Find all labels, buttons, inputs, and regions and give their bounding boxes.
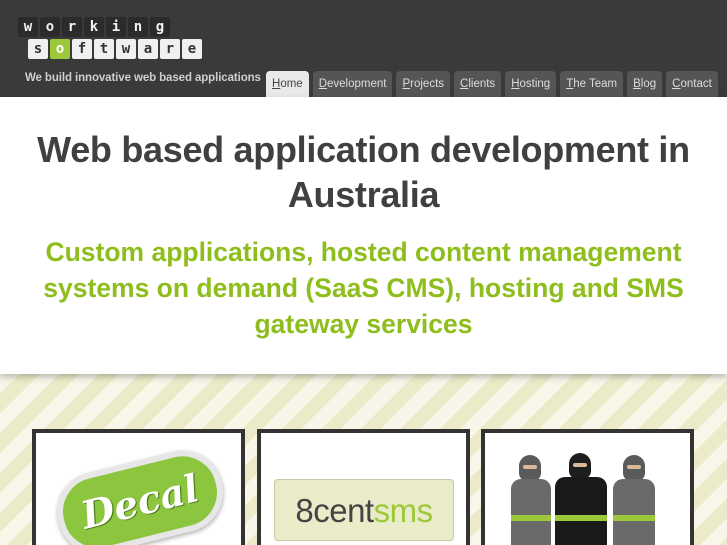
- logo-letter: r: [160, 39, 180, 59]
- ninja-head-icon: [569, 453, 591, 479]
- hero-title: Web based application development in Aus…: [37, 129, 690, 215]
- ninja-belt-icon: [555, 515, 607, 521]
- project-card-team[interactable]: [481, 429, 694, 545]
- site-tagline: We build innovative web based applicatio…: [25, 72, 261, 84]
- logo-letter: w: [18, 17, 38, 37]
- 8centsms-logo-part2: sms: [373, 492, 434, 529]
- nav-tab-projects[interactable]: Projects: [396, 71, 451, 97]
- nav-tab-label: evelopment: [327, 78, 387, 90]
- nav-tab-development[interactable]: Development: [312, 71, 393, 97]
- 8centsms-logo-part1: 8cent: [295, 492, 374, 529]
- nav-tab-accesskey: H: [511, 78, 520, 90]
- logo-letter: g: [150, 17, 170, 37]
- ninja-belt-icon: [511, 515, 551, 521]
- nav-tab-label: ome: [280, 78, 303, 90]
- nav-tab-label: rojects: [410, 78, 445, 90]
- project-card-decal[interactable]: Decal: [32, 429, 245, 545]
- logo-letter: k: [84, 17, 104, 37]
- site-header: w o r k i n g s o f t w a r e We build i…: [0, 0, 727, 97]
- ninja-head-icon: [623, 455, 645, 481]
- logo-letter: r: [62, 17, 82, 37]
- logo-letter: s: [28, 39, 48, 59]
- nav-tab-accesskey: D: [318, 78, 327, 90]
- logo-letter: w: [116, 39, 136, 59]
- logo-letter: a: [138, 39, 158, 59]
- logo-letter: n: [128, 17, 148, 37]
- logo-letter: o: [50, 39, 70, 59]
- hero-subtitle: Custom applications, hosted content mana…: [43, 237, 684, 339]
- logo-letter: e: [182, 39, 202, 59]
- logo-letter: t: [94, 39, 114, 59]
- logo-top-row: w o r k i n g: [18, 17, 170, 37]
- working-software-logo[interactable]: w o r k i n g s o f t w a r e: [18, 17, 256, 59]
- nav-tab-contact[interactable]: Contact: [666, 71, 718, 97]
- nav-tab-home[interactable]: Home: [266, 71, 309, 97]
- ninja-body-icon: [613, 479, 655, 545]
- ninja-head-icon: [519, 455, 541, 481]
- 8centsms-logo-text: 8centsms: [275, 492, 453, 530]
- ninja-body-icon: [511, 479, 551, 545]
- nav-tab-accesskey: P: [402, 78, 411, 90]
- nav-tab-label: log: [640, 78, 657, 90]
- nav-tab-the-team[interactable]: The Team: [560, 71, 624, 97]
- logo-letter: f: [72, 39, 92, 59]
- decal-logo: Decal: [48, 441, 232, 545]
- ninja-body-icon: [555, 477, 607, 545]
- logo-letter: o: [40, 17, 60, 37]
- project-card-8centsms[interactable]: 8centsms: [257, 429, 470, 545]
- ninja-team-icon: [505, 451, 675, 545]
- logo-bottom-row: s o f t w a r e: [28, 39, 202, 59]
- nav-tab-label: osting: [519, 78, 551, 90]
- logo-letter: i: [106, 17, 126, 37]
- nav-tab-blog[interactable]: Blog: [627, 71, 663, 97]
- nav-tab-hosting[interactable]: Hosting: [505, 71, 557, 97]
- decal-logo-text: Decal: [76, 465, 204, 538]
- ninja-belt-icon: [613, 515, 655, 521]
- nav-tab-label: he Team: [573, 78, 618, 90]
- hero-section: Web based application development in Aus…: [0, 97, 727, 374]
- nav-tab-accesskey: B: [633, 78, 641, 90]
- 8centsms-logo: 8centsms: [274, 479, 454, 541]
- nav-tab-label: ontact: [680, 78, 712, 90]
- nav-tab-clients[interactable]: Clients: [454, 71, 502, 97]
- main-nav: Home Development Projects Clients Hostin…: [266, 71, 718, 97]
- nav-tab-label: lients: [468, 78, 496, 90]
